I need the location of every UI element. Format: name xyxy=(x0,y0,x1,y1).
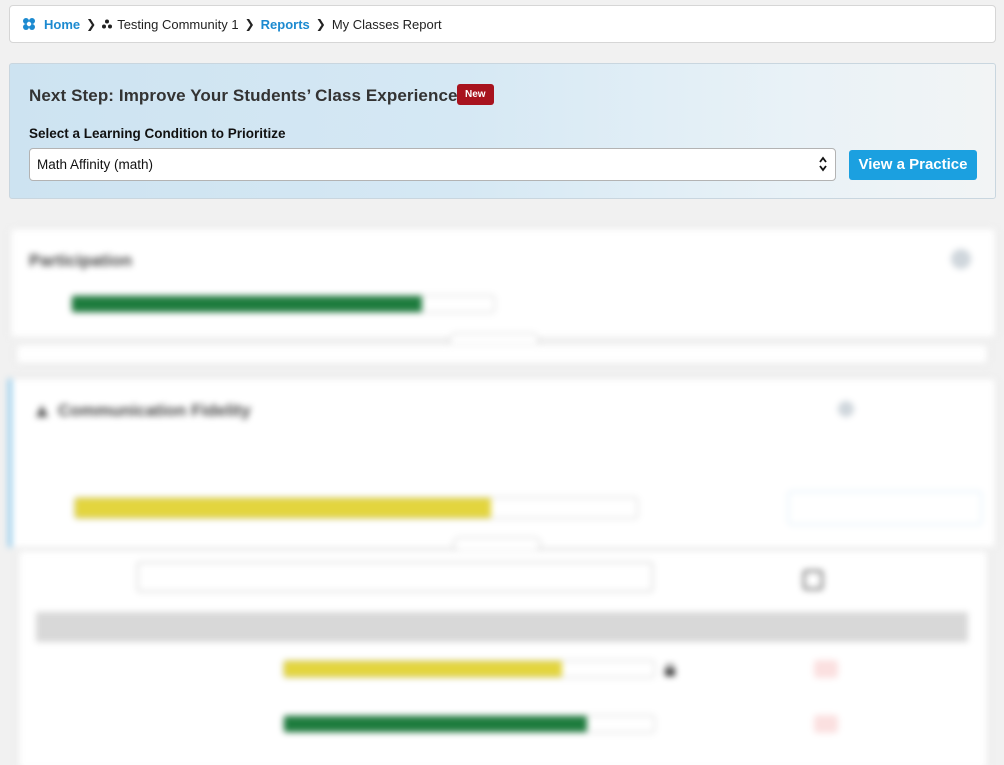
breadcrumb-current: My Classes Report xyxy=(331,16,442,32)
blurred-report-content: Participation Communication Fidelity xyxy=(0,220,1004,765)
participation-card: Participation xyxy=(10,228,996,338)
fidelity-show-details-button[interactable] xyxy=(453,537,541,551)
home-logo-icon[interactable] xyxy=(21,16,37,32)
warning-icon xyxy=(36,405,48,417)
info-icon[interactable] xyxy=(951,249,971,269)
community-icon xyxy=(102,19,113,29)
how-to-improve-button[interactable] xyxy=(788,491,982,525)
chevron-right-icon: ❯ xyxy=(86,17,97,31)
new-badge: New xyxy=(457,84,494,105)
fidelity-card: Communication Fidelity xyxy=(8,378,996,548)
class-table-header xyxy=(36,612,968,642)
chevron-right-icon: ❯ xyxy=(244,17,255,31)
participation-title: Participation xyxy=(29,251,132,270)
lock-icon xyxy=(665,664,675,676)
row-bar-fill xyxy=(284,716,588,732)
participation-bar xyxy=(71,295,495,313)
breadcrumb-home-link[interactable]: Home xyxy=(44,17,80,32)
row-bar xyxy=(283,660,655,678)
selected-condition: Math Affinity (math) xyxy=(37,157,154,172)
view-practice-button[interactable]: View a Practice xyxy=(849,150,977,180)
row-bar-fill xyxy=(284,661,562,677)
breadcrumb-reports-link[interactable]: Reports xyxy=(261,17,310,32)
fidelity-bar xyxy=(74,497,638,519)
chevron-right-icon: ❯ xyxy=(315,17,326,31)
change-indicator xyxy=(814,660,838,678)
participation-details-strip xyxy=(16,344,988,364)
next-step-panel: Next Step: Improve Your Students’ Class … xyxy=(9,63,996,199)
fidelity-bar-fill xyxy=(75,498,491,518)
learning-condition-select[interactable]: Math Affinity (math) xyxy=(29,148,836,181)
help-icon[interactable] xyxy=(838,401,854,417)
row-bar xyxy=(283,715,655,733)
filter-checkbox[interactable] xyxy=(803,570,823,590)
select-arrows-icon xyxy=(819,156,827,172)
learning-condition-label: Select a Learning Condition to Prioritiz… xyxy=(29,126,286,141)
fidelity-title: Communication Fidelity xyxy=(58,401,251,420)
change-indicator xyxy=(814,715,838,733)
participation-bar-fill xyxy=(72,296,423,312)
breadcrumb: Home ❯ Testing Community 1 ❯ Reports ❯ M… xyxy=(9,5,996,43)
filter-by-class-input[interactable] xyxy=(137,562,653,592)
breadcrumb-community[interactable]: Testing Community 1 xyxy=(117,17,238,32)
next-step-title: Next Step: Improve Your Students’ Class … xyxy=(29,86,458,105)
